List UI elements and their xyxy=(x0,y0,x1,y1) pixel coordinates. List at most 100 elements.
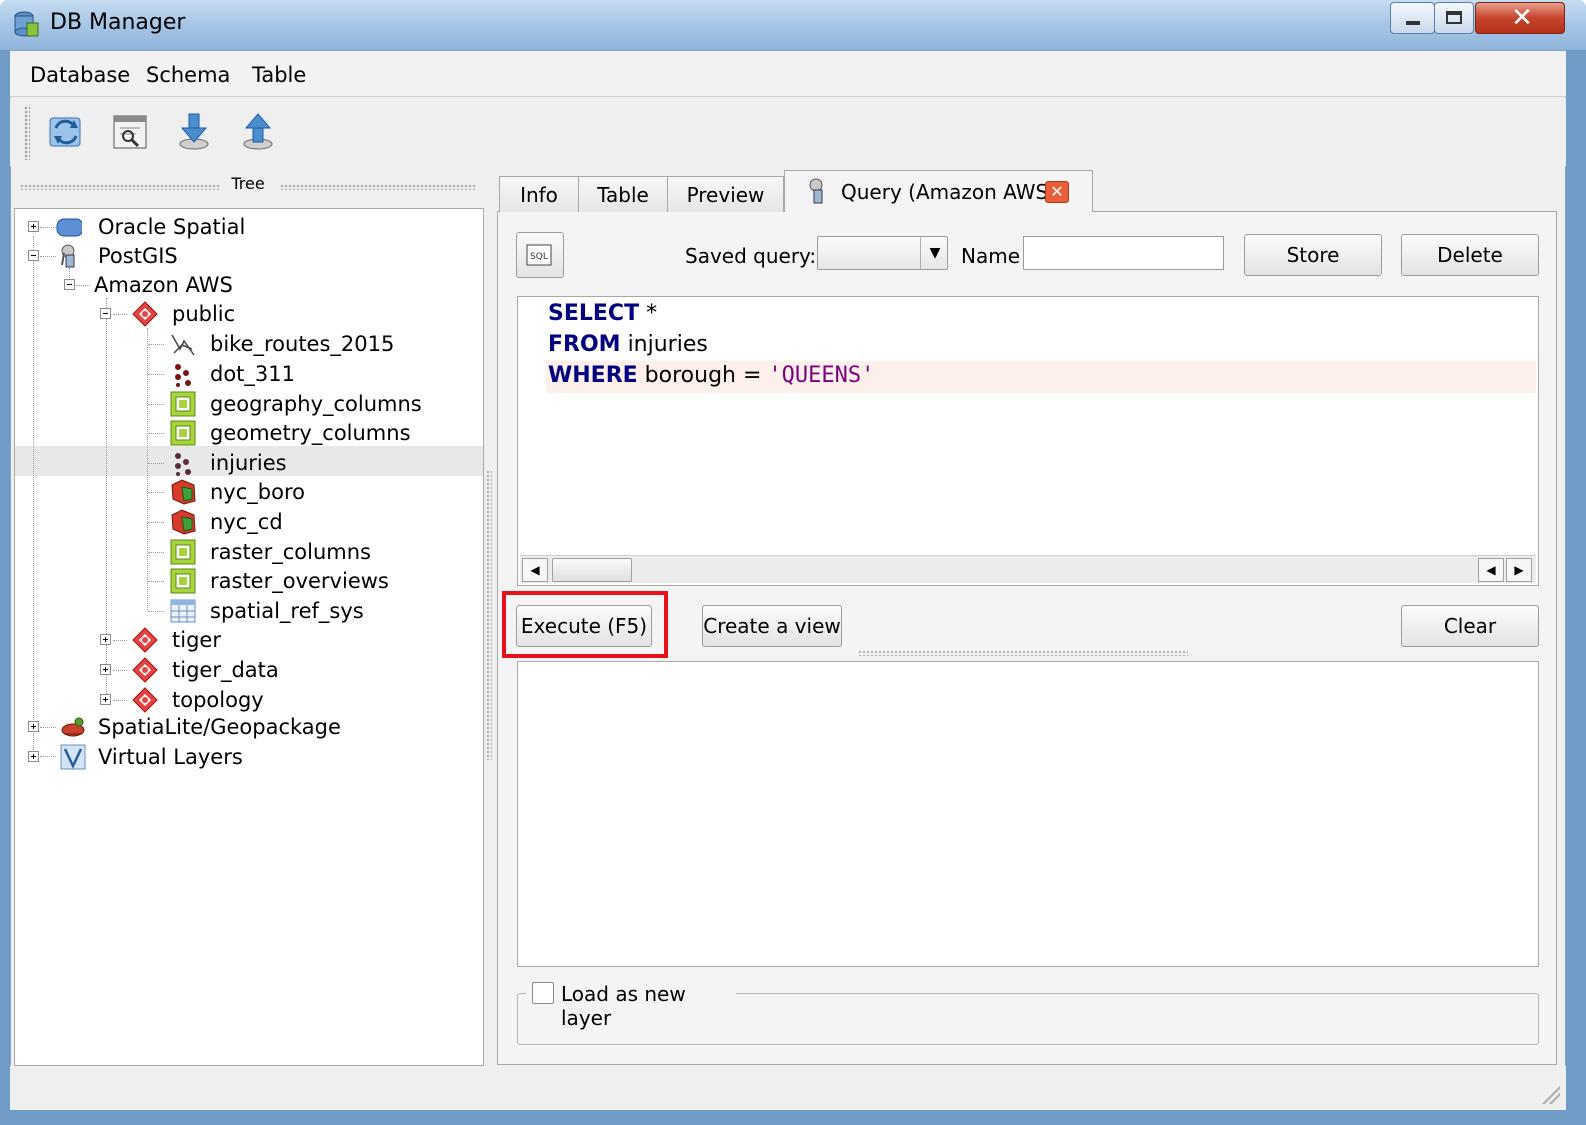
expand-icon[interactable] xyxy=(28,751,39,762)
sql-editor[interactable]: SELECT * FROM injuries WHERE borough = '… xyxy=(517,296,1539,586)
collapse-icon[interactable] xyxy=(28,250,39,261)
tree-label: spatial_ref_sys xyxy=(210,599,364,623)
tree-item-dot-311[interactable]: dot_311 xyxy=(166,359,476,389)
sql-query-builder-button[interactable]: SQL xyxy=(516,232,564,278)
refresh-icon[interactable] xyxy=(44,110,88,154)
tree-label: geography_columns xyxy=(210,392,422,416)
polygon-layer-icon xyxy=(171,509,196,535)
close-tab-icon[interactable]: ✕ xyxy=(1045,181,1069,203)
tree-item-geometry-columns[interactable]: geometry_columns xyxy=(166,418,476,448)
table-icon xyxy=(170,568,196,594)
results-table[interactable] xyxy=(517,661,1539,967)
expand-icon[interactable] xyxy=(100,694,111,705)
collapse-icon[interactable] xyxy=(64,279,75,290)
import-layer-icon[interactable] xyxy=(172,110,216,154)
tree-item-postgis[interactable]: PostGIS xyxy=(20,241,480,271)
chevron-down-icon: ▼ xyxy=(929,245,941,261)
tree-item-bike-routes-2015[interactable]: bike_routes_2015 xyxy=(166,329,476,359)
load-as-new-layer-checkbox[interactable] xyxy=(532,982,554,1004)
schema-icon xyxy=(132,301,158,327)
tree-item-tiger[interactable]: tiger xyxy=(92,625,482,655)
tree-item-spatial-ref-sys[interactable]: spatial_ref_sys xyxy=(166,596,476,626)
resize-grip[interactable] xyxy=(1540,1084,1560,1104)
sql-icon: SQL xyxy=(526,244,552,266)
sql-text: * xyxy=(639,301,658,326)
tab-table[interactable]: Table xyxy=(578,176,668,212)
menu-database[interactable]: Database xyxy=(30,63,130,87)
tree-item-public[interactable]: public xyxy=(92,299,482,329)
tree-label: nyc_boro xyxy=(210,480,305,504)
minimize-button[interactable] xyxy=(1390,2,1435,34)
tree-item-topology[interactable]: topology xyxy=(92,685,482,715)
expand-icon[interactable] xyxy=(28,721,39,732)
tab-info[interactable]: Info xyxy=(499,176,579,212)
table-icon xyxy=(170,391,196,417)
sql-keyword: FROM xyxy=(548,332,621,357)
menu-table[interactable]: Table xyxy=(252,63,306,87)
tree-item-virtual-layers[interactable]: Virtual Layers xyxy=(20,742,480,772)
schema-icon xyxy=(132,627,158,653)
sql-window-icon[interactable] xyxy=(108,110,152,154)
tree-label: bike_routes_2015 xyxy=(210,332,395,356)
query-name-input[interactable] xyxy=(1023,236,1224,270)
expand-icon[interactable] xyxy=(100,634,111,645)
tree-label: raster_overviews xyxy=(210,569,389,593)
toolbar-grip[interactable] xyxy=(24,106,30,160)
tab-preview[interactable]: Preview xyxy=(667,176,784,212)
tree-label: geometry_columns xyxy=(210,421,411,445)
load-as-new-layer-label: Load as new layer xyxy=(561,982,686,1030)
tree-item-amazon-aws[interactable]: Amazon AWS xyxy=(56,270,476,300)
tree-label: nyc_cd xyxy=(210,510,283,534)
scroll-left-icon[interactable]: ◀ xyxy=(1478,558,1504,582)
tree-label: injuries xyxy=(210,451,287,475)
tree-item-injuries[interactable]: injuries xyxy=(166,448,476,478)
sql-string: 'QUEENS' xyxy=(768,363,875,388)
execute-button[interactable]: Execute (F5) xyxy=(516,605,652,647)
svg-text:SQL: SQL xyxy=(530,252,548,262)
expand-icon[interactable] xyxy=(28,221,39,232)
close-button[interactable]: ✕ xyxy=(1475,2,1565,34)
clear-button[interactable]: Clear xyxy=(1401,605,1539,647)
scroll-right-icon[interactable]: ▶ xyxy=(1506,558,1532,582)
scroll-left-icon[interactable]: ◀ xyxy=(522,558,548,582)
table-icon xyxy=(170,420,196,446)
tree-item-geography-columns[interactable]: geography_columns xyxy=(166,389,476,419)
store-button[interactable]: Store xyxy=(1244,234,1382,276)
tree-item-raster-overviews[interactable]: raster_overviews xyxy=(166,566,476,596)
tree-item-nyc-boro[interactable]: nyc_boro xyxy=(166,477,476,507)
scroll-thumb[interactable] xyxy=(552,558,632,582)
minimize-icon xyxy=(1406,21,1420,25)
tree-item-raster-columns[interactable]: raster_columns xyxy=(166,537,476,567)
tab-query-label: Query (Amazon AWS) xyxy=(841,180,1056,204)
tree-item-nyc-cd[interactable]: nyc_cd xyxy=(166,507,476,537)
tree-item-oracle-spatial[interactable]: Oracle Spatial xyxy=(20,212,480,242)
saved-query-select[interactable]: ▼ xyxy=(817,236,948,270)
tree-label: raster_columns xyxy=(210,540,371,564)
maximize-button[interactable] xyxy=(1434,2,1474,34)
tree-label: SpatiaLite/Geopackage xyxy=(98,715,341,739)
create-view-button[interactable]: Create a view xyxy=(702,605,842,647)
sql-line-3: WHERE borough = 'QUEENS' xyxy=(548,363,874,388)
tab-query[interactable]: Query (Amazon AWS) ✕ xyxy=(784,170,1093,212)
line-layer-icon xyxy=(171,334,195,356)
delete-button[interactable]: Delete xyxy=(1401,234,1539,276)
point-layer-icon xyxy=(175,364,191,387)
tree-item-spatialite[interactable]: SpatiaLite/Geopackage xyxy=(20,712,480,742)
collapse-icon[interactable] xyxy=(100,308,111,319)
export-icon[interactable] xyxy=(236,110,280,154)
menu-schema[interactable]: Schema xyxy=(146,63,230,87)
tree-item-tiger-data[interactable]: tiger_data xyxy=(92,655,482,685)
expand-icon[interactable] xyxy=(100,664,111,675)
status-bar xyxy=(10,1066,1566,1110)
sql-keyword: WHERE xyxy=(548,363,638,388)
point-layer-icon xyxy=(175,453,191,476)
spatialite-icon xyxy=(61,717,85,737)
editor-hscrollbar[interactable]: ◀ ◀ ▶ xyxy=(520,555,1536,583)
schema-icon xyxy=(132,657,158,683)
polygon-layer-icon xyxy=(171,479,196,505)
splitter-handle[interactable] xyxy=(486,470,492,760)
postgis-elephant-icon xyxy=(809,178,823,204)
title-bar[interactable] xyxy=(0,0,1586,50)
tree-dock-title[interactable]: Tree xyxy=(18,174,478,198)
splitter-handle[interactable] xyxy=(858,650,1188,656)
